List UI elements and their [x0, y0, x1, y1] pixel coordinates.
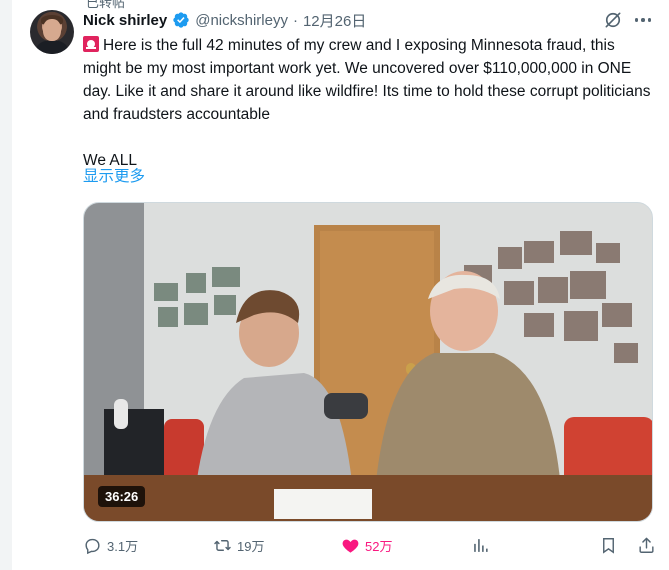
left-gutter [0, 0, 12, 570]
more-dot [634, 18, 639, 22]
avatar-face [43, 19, 61, 41]
more-icon[interactable] [632, 9, 654, 31]
retweet-button[interactable]: 19万 [213, 536, 264, 555]
video-frame [84, 203, 652, 521]
more-dot [641, 18, 645, 22]
show-more-link[interactable]: 显示更多 [83, 164, 145, 186]
share-button[interactable] [637, 536, 656, 555]
tweet-body-tail: We ALL [83, 152, 138, 169]
reply-icon [85, 538, 100, 555]
reply-count: 3.1万 [107, 539, 139, 554]
heart-icon [342, 539, 359, 553]
verified-badge-icon [173, 12, 189, 28]
tweet-date[interactable]: 12月26日 [303, 10, 366, 31]
retweet-icon [214, 540, 231, 551]
like-button[interactable]: 52万 [341, 536, 392, 555]
tweet-body: Here is the full 42 minutes of my crew a… [83, 37, 655, 123]
share-icon [639, 537, 654, 553]
tweet-text: Here is the full 42 minutes of my crew a… [83, 34, 653, 172]
views-icon [474, 539, 488, 552]
retweet-count: 19万 [237, 539, 265, 554]
tweet-actions: 3.1万 19万 52万 [83, 536, 663, 558]
avatar-shirt [36, 40, 68, 54]
video-player[interactable]: 36:26 [83, 202, 653, 522]
tweet-header: Nick shirley @nickshirleyy · 12月26日 [83, 9, 366, 31]
bookmark-icon [603, 538, 614, 554]
bookmark-button[interactable] [599, 536, 618, 555]
video-duration: 36:26 [98, 486, 146, 507]
siren-emoji-icon [83, 36, 99, 52]
reply-button[interactable]: 3.1万 [83, 536, 138, 555]
author-name[interactable]: Nick shirley [83, 12, 167, 29]
author-handle[interactable]: @nickshirleyy [195, 12, 288, 29]
views-button[interactable] [471, 536, 490, 555]
header-separator: · [292, 11, 298, 29]
avatar[interactable] [30, 10, 74, 54]
grok-icon[interactable] [603, 10, 623, 30]
like-count: 52万 [365, 539, 393, 554]
more-dot [647, 18, 652, 22]
